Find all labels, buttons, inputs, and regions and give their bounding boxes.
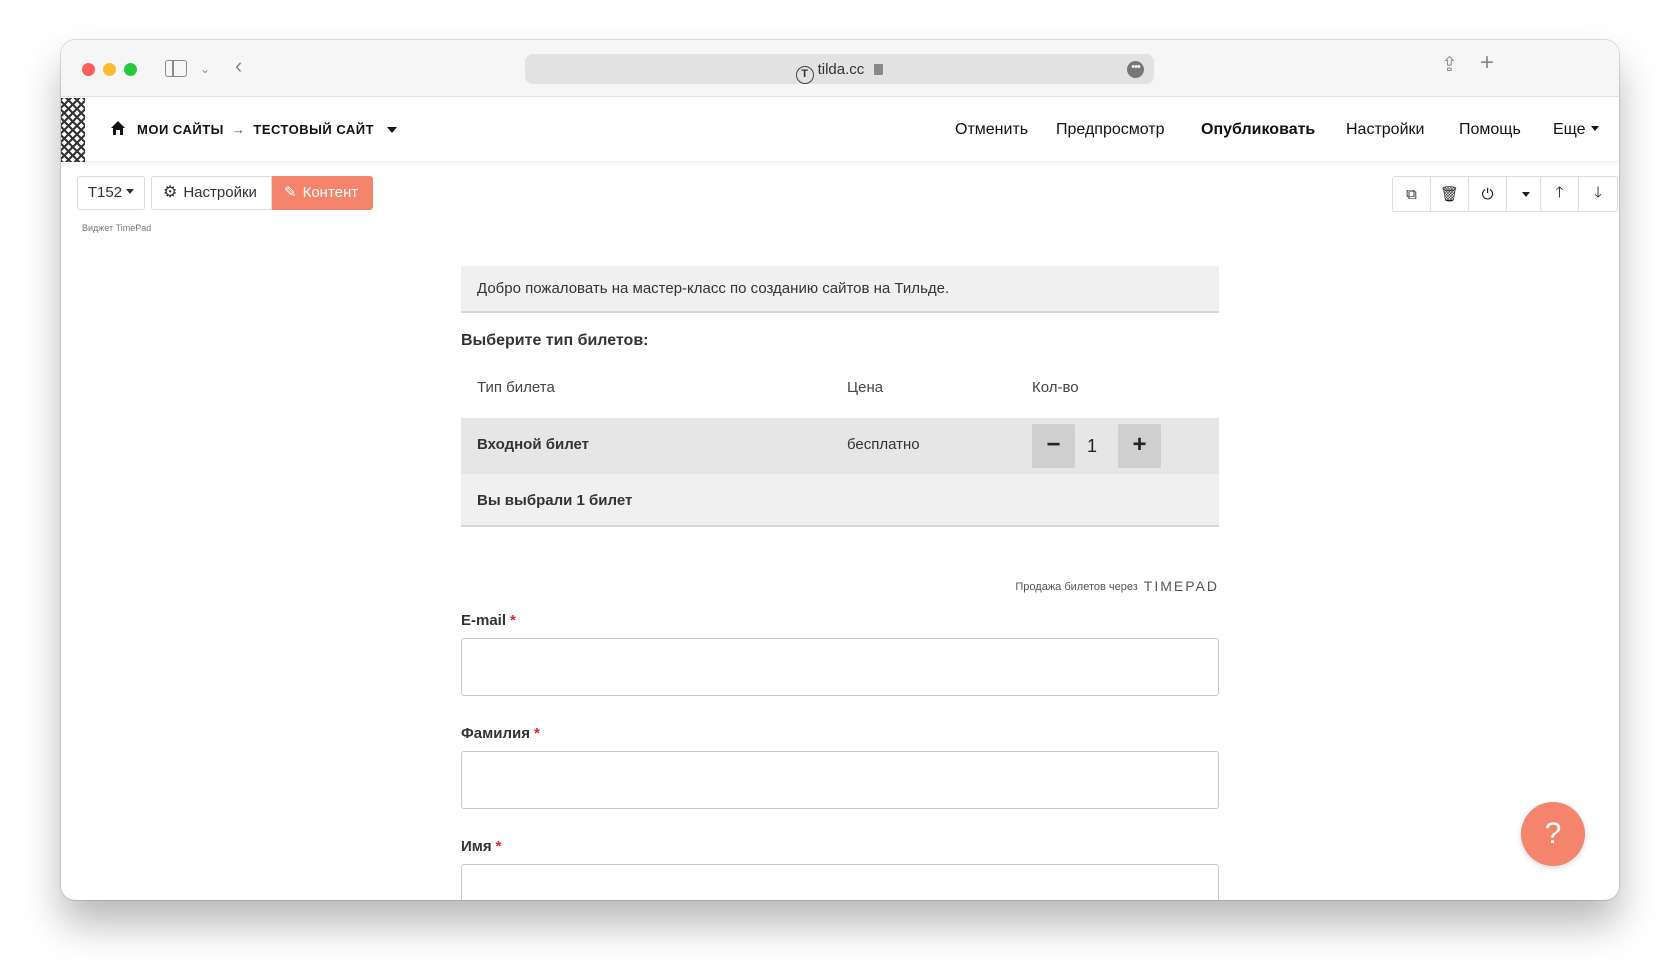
timepad-logo[interactable]: TIMEPAD xyxy=(1144,578,1219,594)
breadcrumb: МОИ САЙТЫ → ТЕСТОВЫЙ САЙТ xyxy=(137,122,374,137)
welcome-message: Добро пожаловать на мастер-класс по созд… xyxy=(461,266,1219,313)
block-id-label: T152 xyxy=(87,184,123,201)
minimize-window-button[interactable] xyxy=(103,63,116,76)
block-content-label: Контент xyxy=(302,184,359,201)
block-id-dropdown[interactable]: T152 xyxy=(77,176,145,210)
breadcrumb-arrow: → xyxy=(231,122,246,137)
ticket-price: бесплатно xyxy=(847,436,920,453)
trash-icon[interactable]: 🗑 xyxy=(1431,177,1469,211)
back-icon[interactable]: ‹ xyxy=(235,55,242,77)
maximize-window-button[interactable] xyxy=(124,63,137,76)
selection-summary-text: Вы выбрали 1 билет xyxy=(477,492,633,509)
url-text: tilda.cc xyxy=(817,61,865,78)
new-tab-icon[interactable]: + xyxy=(1480,51,1494,75)
required-mark: * xyxy=(510,612,516,629)
email-label: E-mail * xyxy=(461,612,516,629)
selection-summary: Вы выбрали 1 билет xyxy=(461,474,1219,527)
block-move-actions: 🡑 🡓 xyxy=(1540,176,1618,212)
move-down-icon[interactable]: 🡓 xyxy=(1579,177,1617,211)
duplicate-icon[interactable]: ⧉ xyxy=(1393,177,1431,211)
cancel-link[interactable]: Отменить xyxy=(955,121,1028,139)
share-icon[interactable]: ⇪ xyxy=(1441,55,1458,75)
home-icon[interactable] xyxy=(110,120,126,136)
help-button[interactable]: ? xyxy=(1521,802,1585,866)
editor-header: МОИ САЙТЫ → ТЕСТОВЫЙ САЙТ Отменить Предпро… xyxy=(61,98,1619,162)
name-label: Имя * xyxy=(461,838,501,855)
ticket-name: Входной билет xyxy=(477,436,590,453)
chevron-down-icon[interactable]: ⌄ xyxy=(200,60,210,78)
more-menu[interactable]: Еще xyxy=(1553,121,1599,139)
ticket-row: Входной билет бесплатно − 1 + xyxy=(461,418,1219,474)
sidebar-toggle-icon[interactable] xyxy=(165,60,187,77)
block-settings-button[interactable]: ⚙ Настройки xyxy=(151,176,272,210)
help-link[interactable]: Помощь xyxy=(1459,121,1521,139)
breadcrumb-site[interactable]: ТЕСТОВЫЙ САЙТ xyxy=(253,122,374,137)
column-quantity: Кол-во xyxy=(1032,379,1079,396)
lock-icon xyxy=(874,64,884,75)
powered-by: Продажа билетов через TIMEPAD xyxy=(1015,578,1219,594)
settings-link[interactable]: Настройки xyxy=(1346,121,1424,139)
name-label-text: Имя xyxy=(461,838,492,855)
column-price: Цена xyxy=(847,379,884,396)
choose-ticket-title: Выберите тип билетов: xyxy=(461,332,649,349)
close-window-button[interactable] xyxy=(82,63,95,76)
site-favicon-icon: T xyxy=(795,66,814,84)
more-options-icon[interactable]: ••• xyxy=(1127,61,1144,78)
browser-toolbar: ⌄ ‹ Ttilda.cc ••• ⇪ + xyxy=(61,40,1619,97)
required-mark: * xyxy=(533,725,540,742)
surname-label: Фамилия * xyxy=(461,725,540,742)
move-up-icon[interactable]: 🡑 xyxy=(1541,177,1579,211)
pencil-icon: ✎ xyxy=(284,184,297,201)
block-content-button[interactable]: ✎ Контент xyxy=(272,176,373,210)
more-menu-label: Еще xyxy=(1553,121,1586,138)
quantity-increase-button[interactable]: + xyxy=(1118,424,1161,468)
quantity-value: 1 xyxy=(1087,436,1098,456)
block-type-label: Виджет TimePad xyxy=(82,223,152,233)
quantity-decrease-button[interactable]: − xyxy=(1032,424,1075,468)
publish-link[interactable]: Опубликовать xyxy=(1201,121,1315,139)
block-actions: ⧉ 🗑 ⏻ xyxy=(1392,176,1546,212)
power-icon[interactable]: ⏻ xyxy=(1469,177,1507,211)
column-ticket-type: Тип билета xyxy=(477,379,555,396)
block-settings-label: Настройки xyxy=(183,184,257,201)
required-mark: * xyxy=(495,838,502,855)
site-dropdown-icon[interactable] xyxy=(387,127,397,133)
preview-link[interactable]: Предпросмотр xyxy=(1056,121,1165,139)
email-label-text: E-mail xyxy=(461,612,507,629)
surname-label-text: Фамилия xyxy=(461,725,530,742)
powered-by-text: Продажа билетов через xyxy=(1015,581,1138,593)
surname-field[interactable] xyxy=(461,751,1219,809)
block-id-caret-icon xyxy=(126,189,135,194)
gear-icon: ⚙ xyxy=(163,184,178,201)
address-bar[interactable]: Ttilda.cc ••• xyxy=(525,54,1154,84)
browser-window: ⌄ ‹ Ttilda.cc ••• ⇪ + МОИ САЙТЫ → ТЕСТОВЫЙ… xyxy=(61,40,1619,900)
breadcrumb-my-sites[interactable]: МОИ САЙТЫ xyxy=(137,122,224,137)
email-field[interactable] xyxy=(461,638,1219,696)
name-field[interactable] xyxy=(461,864,1219,900)
tilda-logo-pattern xyxy=(61,98,85,162)
more-caret-icon xyxy=(1590,126,1599,131)
